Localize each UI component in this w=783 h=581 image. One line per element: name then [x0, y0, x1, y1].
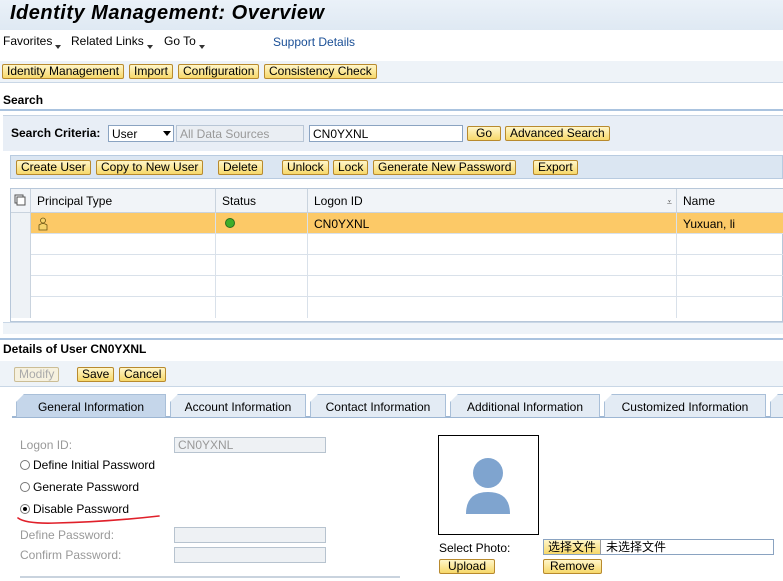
logon-id-cell: CN0YXNL — [308, 213, 677, 234]
logon-id-label: Logon ID: — [20, 438, 73, 452]
table-row — [11, 255, 783, 276]
delete-button[interactable]: Delete — [218, 160, 263, 175]
divider — [20, 576, 400, 578]
radio-circle — [20, 482, 30, 492]
tab-additional-information[interactable]: Additional Information — [450, 394, 600, 417]
generate-new-password-button[interactable]: Generate New Password — [373, 160, 517, 175]
column-header-logon-id[interactable]: Logon ID ⩡ — [308, 189, 677, 213]
choose-file-button[interactable]: 选择文件 — [544, 540, 602, 554]
menu-label: Related Links — [71, 34, 144, 48]
row-selector[interactable] — [11, 255, 31, 276]
no-file-chosen-text: 未选择文件 — [606, 540, 667, 554]
details-toolbar: Modify Save Cancel — [0, 361, 783, 387]
title-bar: Identity Management: Overview — [0, 0, 783, 30]
sort-icon: ⩡ — [666, 197, 672, 207]
row-selector[interactable] — [11, 297, 31, 318]
table-row[interactable]: CN0YXNL Yuxuan, li — [11, 213, 783, 234]
datasource-field: All Data Sources — [176, 125, 304, 142]
select-value: User — [112, 127, 138, 141]
define-password-field — [174, 527, 326, 543]
avatar-placeholder-icon — [466, 458, 510, 514]
select-photo-label: Select Photo: — [439, 541, 511, 555]
confirm-password-label: Confirm Password: — [20, 548, 122, 562]
copy-to-new-user-button[interactable]: Copy to New User — [96, 160, 204, 175]
support-details-link[interactable]: Support Details — [273, 35, 355, 49]
table-row — [11, 234, 783, 255]
table-row — [11, 297, 783, 318]
row-selector[interactable] — [11, 276, 31, 297]
menu-favorites[interactable]: Favorites — [3, 34, 62, 49]
row-selector[interactable] — [11, 234, 31, 255]
search-panel: Search Criteria: User All Data Sources C… — [3, 115, 783, 151]
menu-row: Favorites Related Links Go To Support De… — [0, 30, 783, 60]
radio-define-initial-password[interactable]: Define Initial Password — [20, 458, 155, 472]
menu-label: Favorites — [3, 34, 53, 48]
modify-button[interactable]: Modify — [14, 367, 60, 382]
menu-label: Go To — [164, 34, 196, 48]
chevron-down-icon — [146, 45, 153, 49]
confirm-password-field — [174, 547, 326, 563]
column-settings-icon — [14, 194, 26, 206]
select-all-header[interactable] — [11, 189, 31, 213]
tab-contact-information[interactable]: Contact Information — [310, 394, 446, 417]
tab-import[interactable]: Import — [129, 64, 174, 79]
define-password-label: Define Password: — [20, 528, 115, 542]
page-title: Identity Management: Overview — [10, 2, 325, 24]
cancel-button[interactable]: Cancel — [119, 367, 167, 382]
column-header-status[interactable]: Status — [216, 189, 308, 213]
search-criteria-label: Search Criteria: — [11, 126, 101, 140]
remove-button[interactable]: Remove — [543, 559, 602, 574]
unlock-button[interactable]: Unlock — [282, 160, 329, 175]
logon-id-field: CN0YXNL — [174, 437, 326, 453]
radio-label: Generate Password — [33, 480, 140, 494]
action-toolbar: Create User Copy to New User Delete Unlo… — [10, 155, 783, 179]
chevron-down-icon — [163, 131, 171, 136]
advanced-search-button[interactable]: Advanced Search — [505, 126, 610, 141]
details-section-header: Details of User CN0YXNL — [0, 338, 783, 358]
radio-label: Define Initial Password — [33, 458, 156, 472]
column-header-name[interactable]: Name — [677, 189, 783, 213]
search-criteria-select[interactable]: User — [108, 125, 174, 142]
column-header-principal-type[interactable]: Principal Type — [31, 189, 216, 213]
radio-generate-password[interactable]: Generate Password — [20, 480, 139, 494]
export-button[interactable]: Export — [533, 160, 578, 175]
menu-go-to[interactable]: Go To — [164, 34, 205, 49]
name-cell: Yuxuan, li — [683, 217, 736, 231]
user-icon — [38, 217, 48, 231]
user-table: Principal Type Status Logon ID ⩡ Name CN… — [10, 188, 783, 322]
tab-overflow[interactable] — [770, 394, 783, 417]
menu-related-links[interactable]: Related Links — [71, 34, 153, 49]
chevron-down-icon — [198, 45, 205, 49]
search-section-header: Search — [0, 91, 783, 111]
top-tab-row: Identity Management Import Configuration… — [0, 61, 783, 83]
radio-circle — [20, 460, 30, 470]
create-user-button[interactable]: Create User — [16, 160, 91, 175]
tab-general-information[interactable]: General Information — [16, 394, 166, 417]
upload-button[interactable]: Upload — [439, 559, 496, 574]
go-button[interactable]: Go — [467, 126, 502, 141]
tab-consistency-check[interactable]: Consistency Check — [264, 64, 377, 79]
column-header-label: Logon ID — [314, 194, 363, 208]
tab-configuration[interactable]: Configuration — [178, 64, 260, 79]
tab-customized-information[interactable]: Customized Information — [604, 394, 766, 417]
chevron-down-icon — [55, 45, 62, 49]
status-ok-icon — [225, 218, 235, 228]
file-input[interactable]: 选择文件 未选择文件 — [543, 539, 774, 555]
table-footer — [3, 322, 783, 334]
lock-button[interactable]: Lock — [333, 160, 369, 175]
row-selector[interactable] — [11, 213, 31, 234]
status-cell — [216, 213, 308, 234]
photo-frame — [438, 435, 539, 535]
details-tab-strip: General Information Account Information … — [12, 394, 783, 418]
principal-type-cell — [31, 213, 216, 234]
tab-identity-management[interactable]: Identity Management — [2, 64, 125, 79]
tab-account-information[interactable]: Account Information — [170, 394, 306, 417]
annotation-underline — [17, 515, 160, 524]
save-button[interactable]: Save — [77, 367, 115, 382]
search-input[interactable]: CN0YXNL — [309, 125, 463, 142]
table-row — [11, 276, 783, 297]
